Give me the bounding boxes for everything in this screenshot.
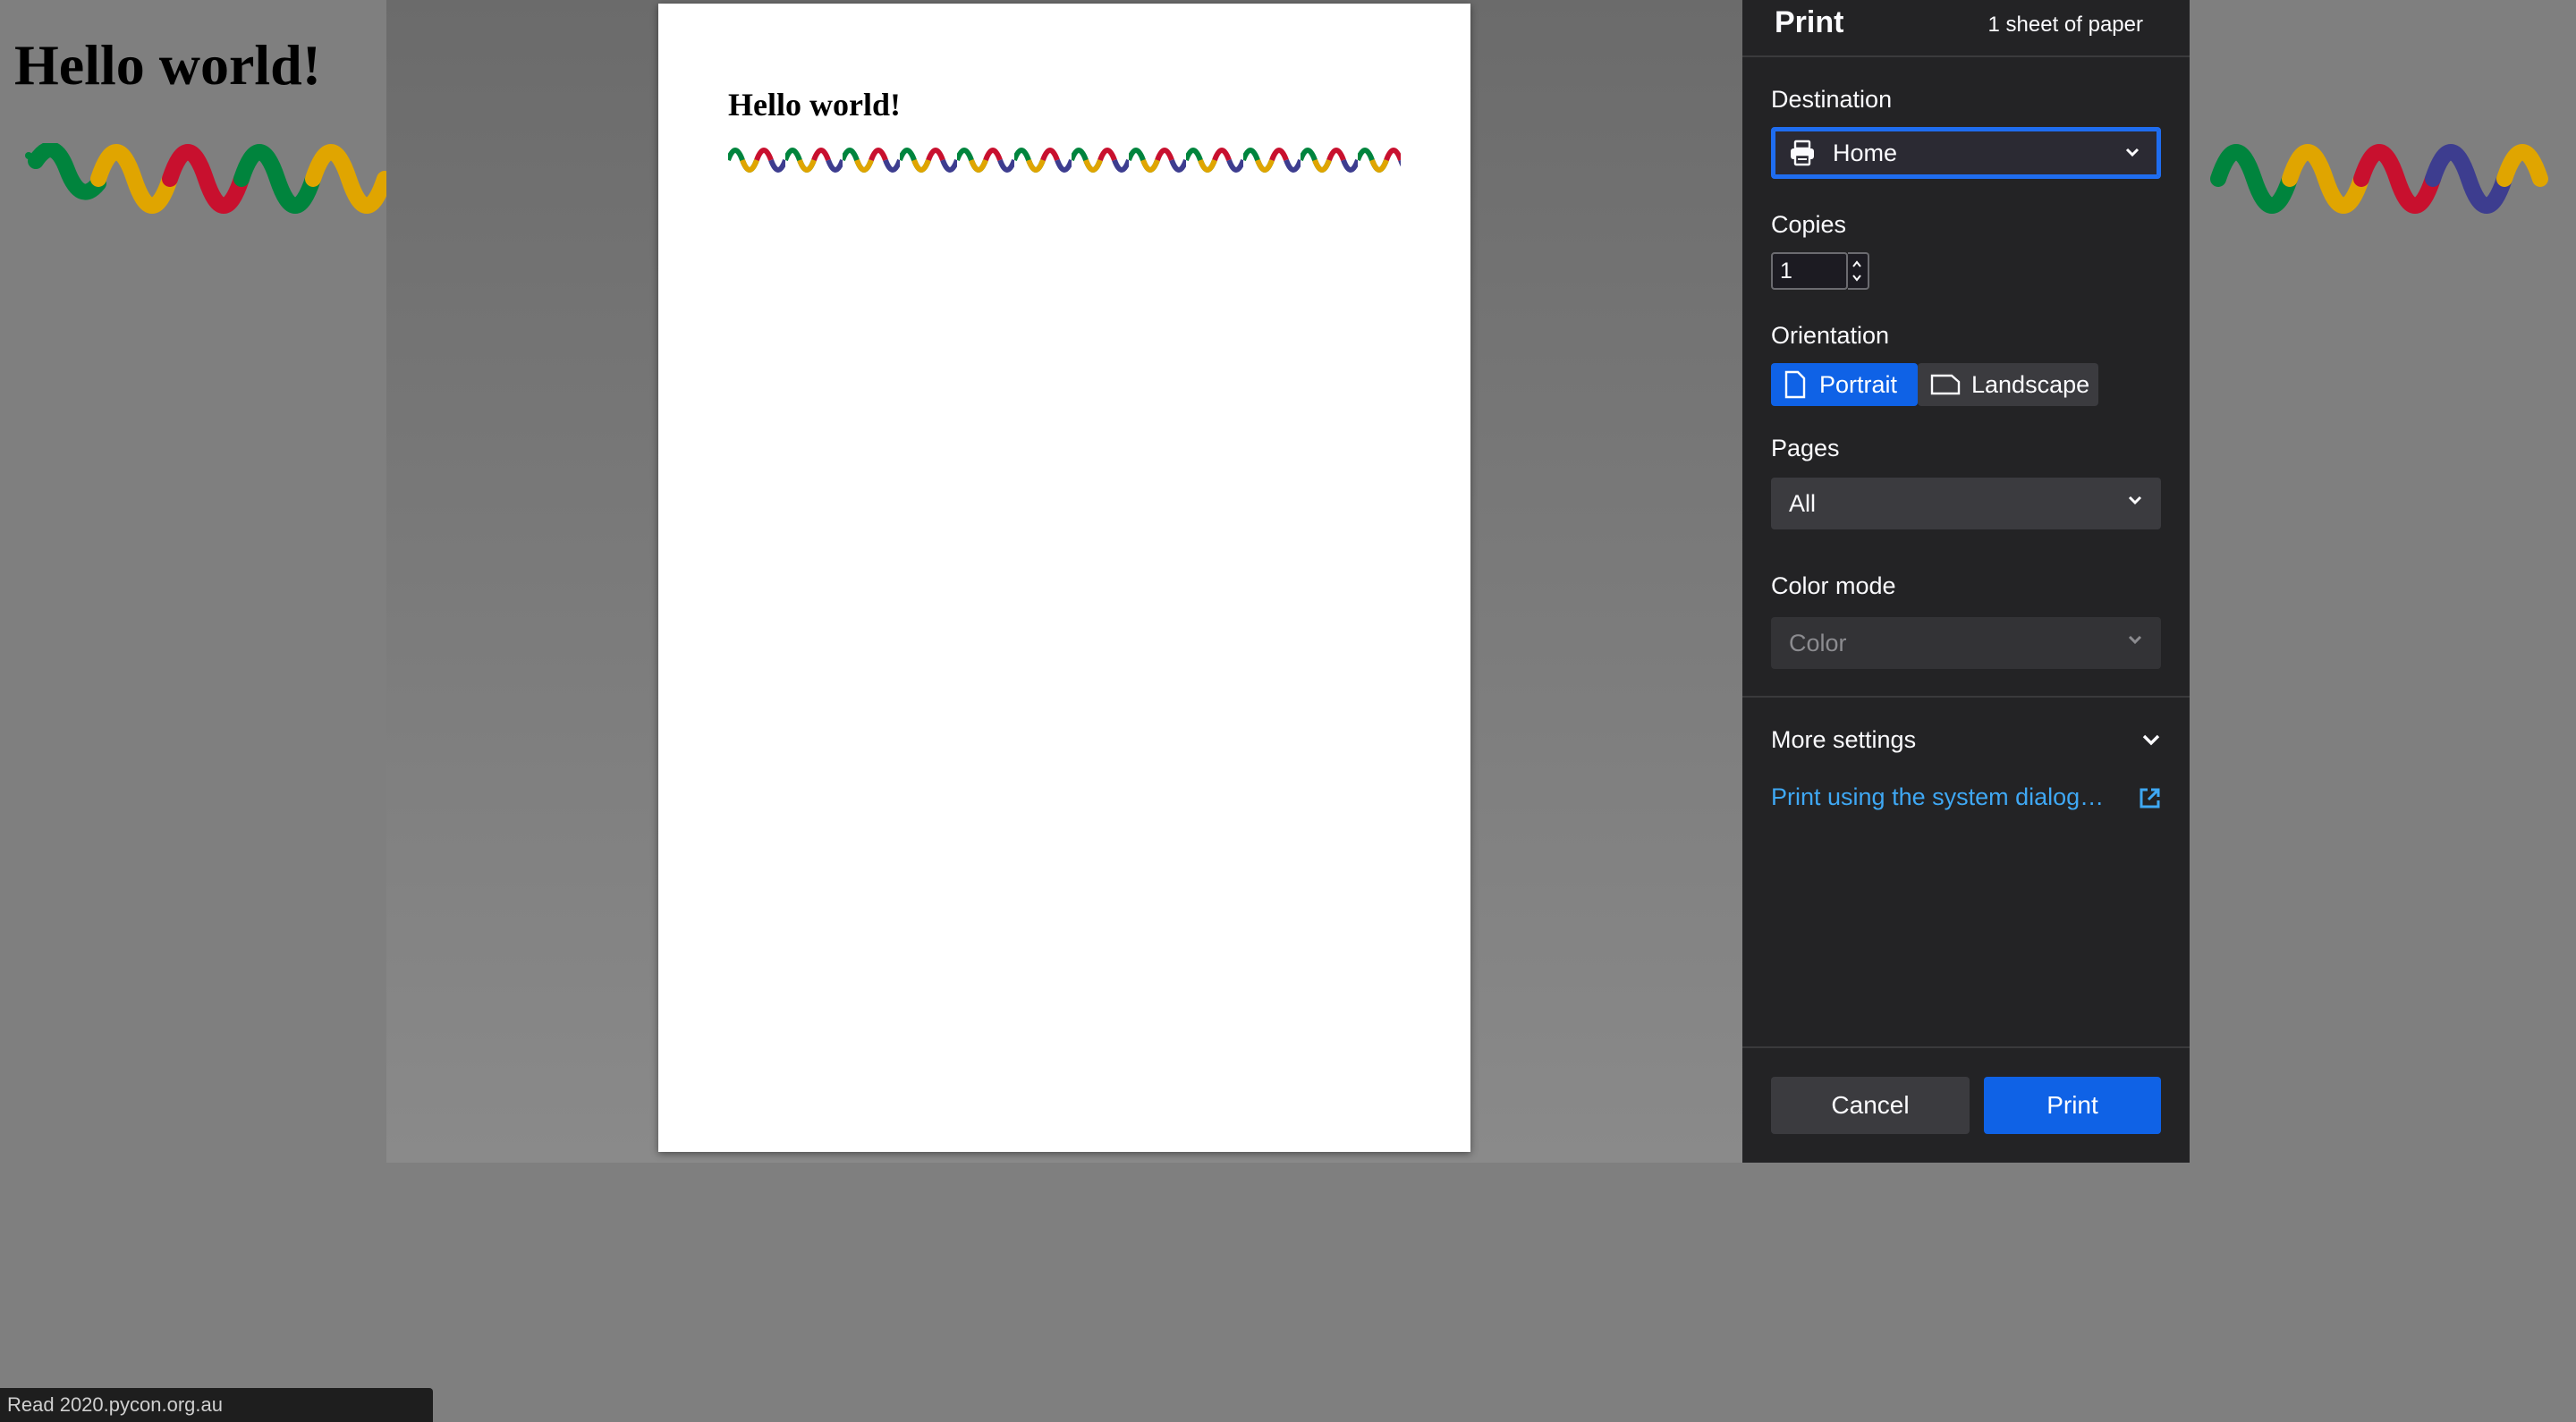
portrait-label: Portrait (1819, 370, 1898, 398)
external-link-icon[interactable] (2138, 787, 2161, 810)
pages-select[interactable]: All (1771, 478, 2161, 529)
chevron-down-icon (2128, 495, 2142, 505)
orientation-label: Orientation (1771, 322, 1890, 349)
copies-input[interactable]: 1 (1771, 252, 1848, 290)
divider (1742, 696, 2190, 698)
copies-stepper[interactable] (1848, 252, 1869, 290)
divider (1742, 1046, 2190, 1048)
preview-page: Hello world! (658, 4, 1470, 1152)
portrait-page-icon (1784, 370, 1806, 399)
sheet-count: 1 sheet of paper (1987, 13, 2143, 37)
preview-snake-banner (728, 147, 1401, 174)
landscape-label: Landscape (1971, 370, 2090, 398)
chevron-down-icon (2128, 635, 2142, 645)
cancel-button[interactable]: Cancel (1771, 1077, 1970, 1134)
status-bar: Read 2020.pycon.org.au (0, 1388, 433, 1422)
chevron-down-icon[interactable] (2140, 728, 2163, 751)
copies-label: Copies (1771, 211, 1847, 238)
landscape-button[interactable]: Landscape (1918, 363, 2098, 406)
more-settings-toggle[interactable]: More settings (1771, 726, 1916, 754)
destination-label: Destination (1771, 86, 1893, 113)
preview-title: Hello world! (728, 87, 901, 123)
pages-label: Pages (1771, 435, 1840, 461)
system-dialog-link[interactable]: Print using the system dialog… (1771, 783, 2104, 811)
portrait-button[interactable]: Portrait (1771, 363, 1918, 406)
printer-icon (1791, 140, 1814, 166)
panel-header: Print 1 sheet of paper (1742, 0, 2190, 57)
stepper-arrows-icon (1852, 260, 1861, 282)
pages-value: All (1789, 489, 1817, 517)
destination-value: Home (1833, 139, 1898, 166)
print-dialog-title: Print (1775, 5, 1844, 39)
color-mode-select: Color (1771, 617, 2161, 669)
color-mode-value: Color (1789, 629, 1847, 656)
color-mode-label: Color mode (1771, 572, 1896, 599)
print-settings-panel: Print 1 sheet of paper Destination Home … (1742, 0, 2190, 1163)
landscape-page-icon (1930, 374, 1961, 395)
print-preview-area: Hello world! (386, 0, 1742, 1163)
print-button[interactable]: Print (1984, 1077, 2161, 1134)
page-heading: Hello world! (14, 33, 322, 97)
chevron-down-icon (2125, 148, 2140, 157)
destination-select[interactable]: Home (1771, 127, 2161, 179)
